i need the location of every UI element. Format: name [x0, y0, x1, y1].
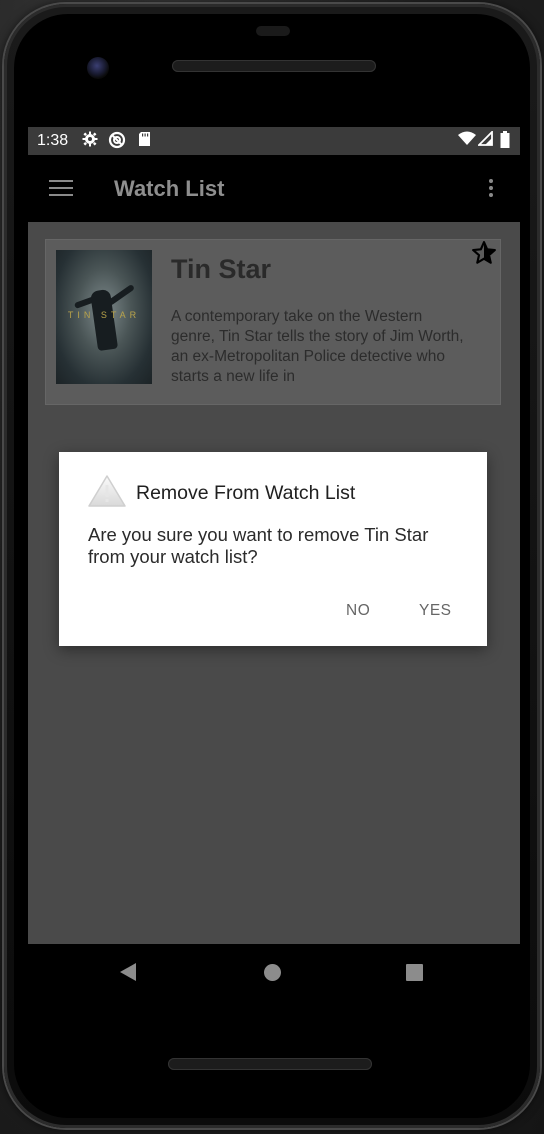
- home-icon[interactable]: [264, 964, 281, 981]
- overflow-menu-icon[interactable]: [486, 176, 496, 202]
- toolbar-title: Watch List: [114, 176, 225, 201]
- warning-icon: [87, 474, 127, 508]
- back-icon[interactable]: [120, 963, 136, 981]
- app-toolbar: Watch List: [28, 155, 520, 222]
- status-time: 1:38: [37, 132, 69, 149]
- poster-title: TIN STAR: [67, 310, 141, 320]
- wifi-icon: [458, 131, 476, 150]
- dialog-message: Are you sure you want to remove Tin Star…: [88, 524, 429, 567]
- show-poster: TIN STAR: [56, 250, 152, 384]
- remove-confirm-dialog: Remove From Watch List Are you sure you …: [59, 452, 487, 646]
- earpiece-speaker: [172, 60, 376, 72]
- battery-icon: [500, 131, 510, 152]
- signal-icon: [476, 129, 493, 150]
- gear-icon: [82, 131, 98, 151]
- recents-icon[interactable]: [406, 964, 423, 981]
- front-camera-icon: [87, 57, 109, 79]
- system-nav-bar: [28, 944, 520, 1004]
- show-description: A contemporary take on the Western genre…: [171, 308, 464, 385]
- star-icon[interactable]: [470, 240, 498, 268]
- status-bar: 1:38: [28, 127, 520, 155]
- watch-list-card[interactable]: TIN STAR Tin Star A contemporary take on…: [46, 240, 500, 404]
- sd-card-icon: [138, 131, 151, 151]
- watch-list-content: TIN STAR Tin Star A contemporary take on…: [28, 222, 520, 944]
- sensor-slot: [256, 26, 290, 36]
- yes-button[interactable]: YES: [419, 602, 452, 620]
- bottom-speaker: [168, 1058, 372, 1070]
- device-screen: 1:38 Watch List TIN STAR Tin Star A cont…: [28, 127, 520, 1004]
- no-button[interactable]: NO: [346, 602, 370, 620]
- hamburger-menu-icon[interactable]: [49, 180, 73, 198]
- sync-icon: [108, 131, 126, 153]
- show-title: Tin Star: [171, 254, 272, 284]
- dialog-title: Remove From Watch List: [136, 482, 356, 504]
